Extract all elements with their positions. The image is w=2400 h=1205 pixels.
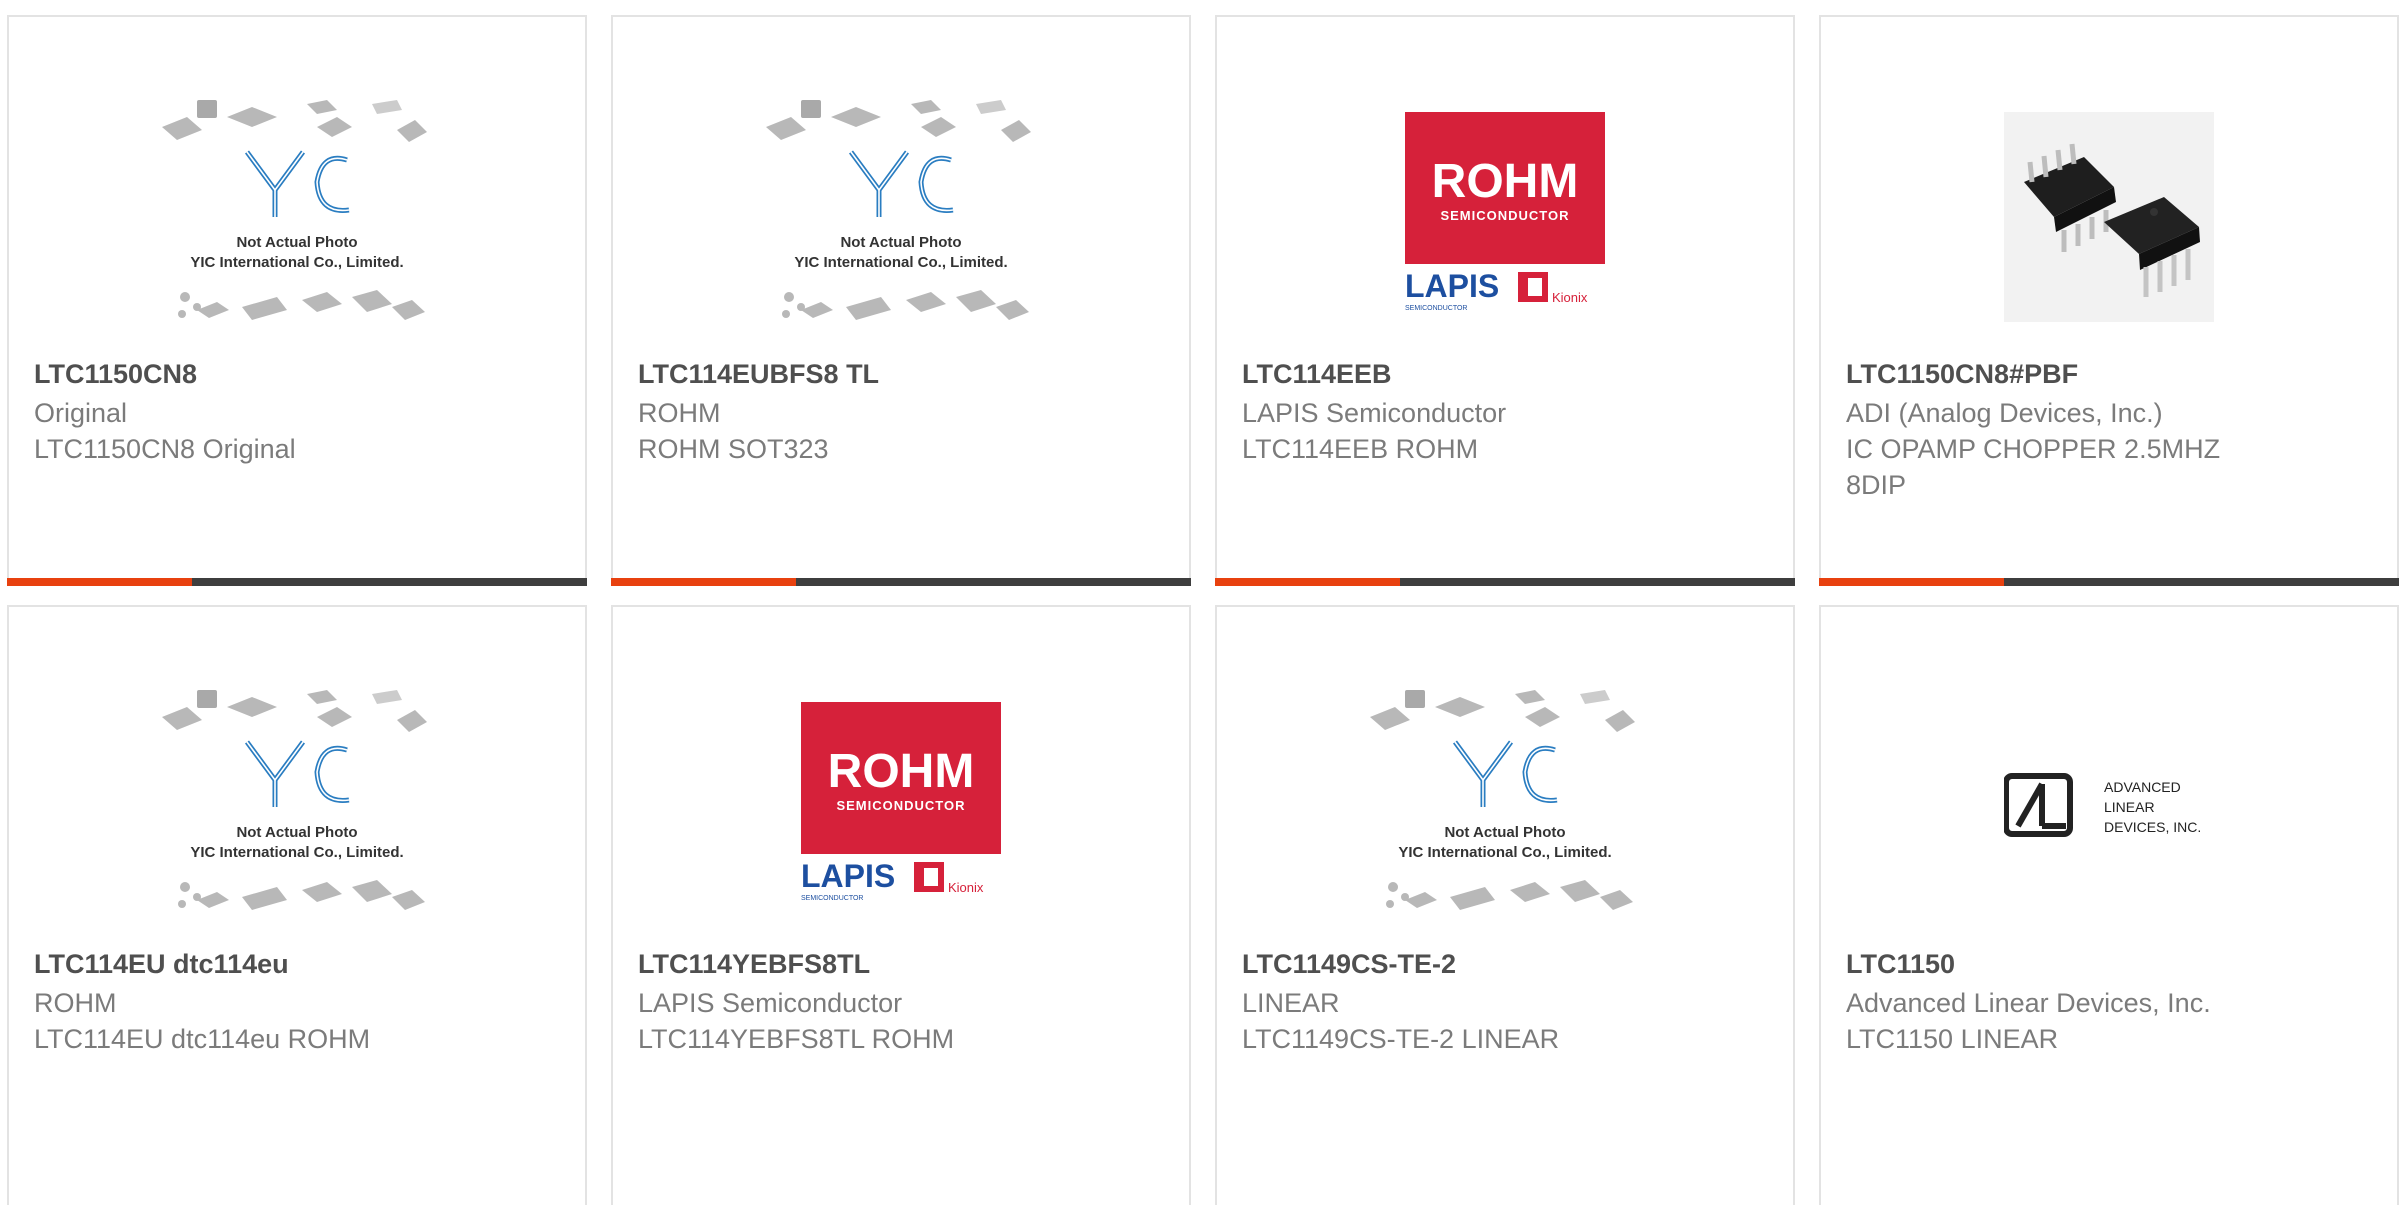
rohm-logo-sub: SEMICONDUCTOR [836,798,965,813]
part-number[interactable]: LTC1150CN8#PBF [1846,359,2372,390]
manufacturer: Original [34,398,128,428]
card-accent [611,578,796,586]
part-number[interactable]: LTC114EU dtc114eu [34,949,560,980]
product-thumbnail-dip8-chip-photo[interactable] [1969,77,2249,357]
product-thumbnail-placeholder[interactable]: Not Actual Photo YIC International Co., … [157,77,437,357]
rohm-logo-sub: SEMICONDUCTOR [1440,208,1569,223]
description: LTC114YEBFS8TL ROHM [638,1024,955,1054]
card-bottom-bar [1819,578,2399,586]
product-thumbnail-placeholder[interactable]: Not Actual Photo YIC International Co., … [157,667,437,947]
product-card[interactable]: ROHM SEMICONDUCTOR LAPIS SEMICONDUCTOR K… [1215,15,1795,586]
product-card[interactable]: Not Actual Photo YIC International Co., … [7,15,587,586]
kionix-logo: Kionix [1552,290,1588,305]
card-bottom-bar [7,578,587,586]
description: LTC1149CS-TE-2 LINEAR [1242,1024,1560,1054]
placeholder-line1: Not Actual Photo [1444,824,1565,841]
description: LTC1150 LINEAR [1846,1024,2059,1054]
placeholder-line2: YIC International Co., Limited. [190,844,403,861]
manufacturer: LINEAR [1242,988,1340,1018]
placeholder-line2: YIC International Co., Limited. [190,254,403,271]
product-thumbnail-placeholder[interactable]: Not Actual Photo YIC International Co., … [1365,667,1645,947]
product-thumbnail-rohm-logo[interactable]: ROHM SEMICONDUCTOR LAPIS SEMICONDUCTOR K… [761,667,1041,947]
description: LTC114EEB ROHM [1242,434,1479,464]
product-card[interactable]: Not Actual Photo YIC International Co., … [611,15,1191,586]
rohm-logo-word: ROHM [1432,155,1579,208]
product-thumbnail-ald-logo[interactable]: ADVANCED LINEAR DEVICES, INC. [1969,667,2249,947]
ald-logo-icon [2004,773,2073,837]
manufacturer: Advanced Linear Devices, Inc. [1846,988,2211,1018]
rohm-logo-word: ROHM [828,745,975,798]
product-card[interactable]: ROHM SEMICONDUCTOR LAPIS SEMICONDUCTOR K… [611,605,1191,1205]
product-card[interactable]: Not Actual Photo YIC International Co., … [1215,605,1795,1205]
description: LTC1150CN8 Original [34,434,296,464]
lapis-logo: LAPIS [801,858,895,894]
ald-logo-line2: LINEAR [2104,799,2155,815]
part-number[interactable]: LTC1150CN8 [34,359,560,390]
product-thumbnail-rohm-logo[interactable]: ROHM SEMICONDUCTOR LAPIS SEMICONDUCTOR K… [1365,77,1645,357]
manufacturer: ROHM [34,988,117,1018]
placeholder-line1: Not Actual Photo [840,234,961,251]
placeholder-line2: YIC International Co., Limited. [794,254,1007,271]
placeholder-line2: YIC International Co., Limited. [1398,844,1611,861]
part-number[interactable]: LTC1150 [1846,949,2372,980]
card-accent [1819,578,2004,586]
manufacturer: ADI (Analog Devices, Inc.) [1846,398,2163,428]
manufacturer: ROHM [638,398,721,428]
ald-logo-line3: DEVICES, INC. [2104,819,2201,835]
description: IC OPAMP CHOPPER 2.5MHZ 8DIP [1846,434,2221,500]
placeholder-line1: Not Actual Photo [236,234,357,251]
description: ROHM SOT323 [638,434,829,464]
ald-logo-line1: ADVANCED [2104,779,2181,795]
card-bottom-bar [1215,578,1795,586]
lapis-logo-sub: SEMICONDUCTOR [1405,305,1467,312]
card-accent [1215,578,1400,586]
kionix-logo: Kionix [948,880,984,895]
product-thumbnail-placeholder[interactable]: Not Actual Photo YIC International Co., … [761,77,1041,357]
product-card[interactable]: ADVANCED LINEAR DEVICES, INC. LTC1150 Ad… [1819,605,2399,1205]
manufacturer: LAPIS Semiconductor [638,988,903,1018]
part-number[interactable]: LTC114EUBFS8 TL [638,359,1164,390]
card-bottom-bar [611,578,1191,586]
product-card[interactable]: LTC1150CN8#PBF ADI (Analog Devices, Inc.… [1819,15,2399,586]
product-grid: Not Actual Photo YIC International Co., … [0,0,2400,1205]
lapis-logo: LAPIS [1405,268,1499,304]
lapis-logo-sub: SEMICONDUCTOR [801,895,863,902]
card-accent [7,578,192,586]
part-number[interactable]: LTC114EEB [1242,359,1768,390]
part-number[interactable]: LTC1149CS-TE-2 [1242,949,1768,980]
placeholder-line1: Not Actual Photo [236,824,357,841]
part-number[interactable]: LTC114YEBFS8TL [638,949,1164,980]
product-card[interactable]: Not Actual Photo YIC International Co., … [7,605,587,1205]
manufacturer: LAPIS Semiconductor [1242,398,1507,428]
description: LTC114EU dtc114eu ROHM [34,1024,371,1054]
